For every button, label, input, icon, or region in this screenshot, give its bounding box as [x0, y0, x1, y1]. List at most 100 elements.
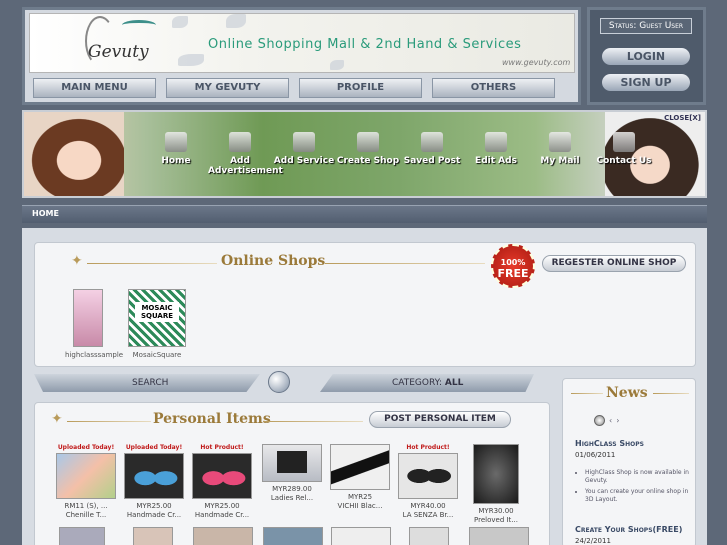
news-heading[interactable]: HighClass Shops — [575, 439, 644, 448]
model-photo-left — [24, 112, 124, 196]
news-title: News — [606, 385, 648, 401]
item-photo-partial — [331, 527, 391, 545]
news-pause-icon[interactable] — [594, 415, 605, 426]
hero-nav-saved-post[interactable]: Saved Post — [400, 132, 464, 176]
free-badge-percent: 100% — [500, 258, 526, 267]
mail-icon — [549, 132, 571, 152]
icon-navigation: Home Add Advertisement Add Service Creat… — [144, 132, 656, 176]
item-photo-partial — [263, 527, 323, 545]
item-photo — [192, 453, 252, 499]
hero-nav-add-advertisement[interactable]: Add Advertisement — [208, 132, 283, 176]
item-name: LA SENZA Br... — [402, 511, 454, 519]
personal-items-panel: ✦ Personal Items POST PERSONAL ITEM Uplo… — [34, 402, 550, 545]
item-badge: Hot Product! — [406, 444, 450, 451]
item-price: RM11 (S), ... — [64, 502, 108, 510]
nav-profile[interactable]: PROFILE — [299, 78, 422, 98]
login-button[interactable]: LOGIN — [602, 48, 690, 65]
news-heading[interactable]: Create Your Shops(FREE) — [575, 525, 682, 534]
nav-others[interactable]: OTHERS — [432, 78, 555, 98]
hero-nav-label: Saved Post — [403, 156, 461, 166]
item-card[interactable]: MYR289.00 Ladies Rel... — [259, 434, 325, 503]
shop-name: highclasssample — [65, 351, 124, 359]
search-label: SEARCH — [132, 378, 169, 388]
news-date: 01/06/2011 — [575, 451, 616, 459]
search-bar: SEARCH CATEGORY: ALL — [34, 371, 534, 393]
nav-my-gevuty[interactable]: MY GEVUTY — [166, 78, 289, 98]
hero-nav-contact-us[interactable]: Contact Us — [592, 132, 656, 176]
register-online-shop-button[interactable]: REGESTER ONLINE SHOP — [542, 255, 686, 272]
item-card[interactable]: Hot Product! MYR40.00 LA SENZA Br... — [395, 443, 461, 520]
top-navigation: MAIN MENU MY GEVUTY PROFILE OTHERS — [33, 78, 555, 98]
site-url: www.gevuty.com — [502, 58, 571, 67]
item-photo-partial — [133, 527, 173, 545]
item-name: Handmade Cr... — [126, 511, 182, 519]
item-card[interactable]: Uploaded Today! RM11 (S), ... Chenille T… — [53, 443, 119, 520]
item-photo — [262, 444, 322, 482]
item-name: Chenille T... — [65, 511, 107, 519]
signup-button[interactable]: SIGN UP — [602, 74, 690, 91]
advertisement-icon — [229, 132, 251, 152]
hero-nav-label: My Mail — [540, 156, 580, 166]
hero-nav-home[interactable]: Home — [144, 132, 208, 176]
divider — [571, 393, 603, 394]
petal-decoration — [330, 60, 344, 70]
site-logo[interactable]: Gevuty — [86, 22, 156, 68]
online-shops-panel: ✦ Online Shops 100% FREE REGESTER ONLINE … — [34, 242, 696, 367]
item-photo — [124, 453, 184, 499]
divider — [263, 421, 363, 422]
item-badge — [327, 434, 393, 443]
nav-main-menu[interactable]: MAIN MENU — [33, 78, 156, 98]
account-panel: Status: Guest User LOGIN SIGN UP — [587, 7, 706, 105]
item-price: MYR30.00 — [478, 507, 514, 515]
main-content: ✦ Online Shops 100% FREE REGESTER ONLINE … — [22, 228, 707, 545]
news-prev-icon[interactable]: ‹ — [609, 416, 612, 425]
news-date: 24/2/2011 — [575, 537, 611, 545]
item-name: Preloved It... — [474, 516, 518, 524]
item-card[interactable]: Hot Product! MYR25.00 Handmade Cr... — [189, 443, 255, 520]
home-icon — [165, 132, 187, 152]
item-price: MYR25 — [347, 493, 373, 501]
shop-card[interactable]: MOSAIC SQUARE MosaicSquare — [127, 289, 187, 359]
news-controls: ‹ › — [594, 415, 619, 426]
divider — [87, 263, 217, 264]
item-photo-partial — [469, 527, 529, 545]
item-price: MYR25.00 — [136, 502, 172, 510]
news-bullet: You can create your online shop in 3D La… — [585, 488, 691, 504]
shop-name: MosaicSquare — [132, 351, 182, 359]
item-name: VICHII Blac... — [337, 502, 383, 510]
item-card[interactable]: MYR25 VICHII Blac... — [327, 434, 393, 511]
contact-icon — [613, 132, 635, 152]
news-bullet: HighClass Shop is now available in Gevut… — [585, 469, 691, 485]
hero-nav-create-shop[interactable]: Create Shop — [336, 132, 400, 176]
hero-nav-my-mail[interactable]: My Mail — [528, 132, 592, 176]
item-card[interactable]: Uploaded Today! MYR25.00 Handmade Cr... — [121, 443, 187, 520]
divider — [653, 393, 689, 394]
breadcrumb-home[interactable]: HOME — [32, 209, 59, 218]
shop-card[interactable]: highclasssample — [65, 289, 124, 359]
item-photo — [330, 444, 390, 490]
item-card[interactable]: MYR30.00 Preloved It... — [463, 434, 529, 525]
close-banner-link[interactable]: CLOSE[X] — [664, 114, 701, 122]
category-label: CATEGORY: — [392, 378, 442, 388]
search-ribbon[interactable]: SEARCH — [34, 374, 260, 392]
shop-logo-text: MOSAIC SQUARE — [135, 302, 179, 322]
category-value: ALL — [444, 378, 464, 388]
hero-nav-label: Home — [161, 156, 191, 166]
site-banner: Gevuty Online Shopping Mall & 2nd Hand &… — [29, 13, 575, 73]
status-badge: Status: Guest User — [600, 18, 692, 34]
free-badge-label: FREE — [497, 267, 529, 280]
item-badge: Uploaded Today! — [57, 444, 115, 451]
item-photo — [473, 444, 519, 504]
search-orb-button[interactable] — [268, 371, 290, 393]
logo-text: Gevuty — [88, 42, 149, 62]
news-next-icon[interactable]: › — [616, 416, 619, 425]
news-panel: News ‹ › HighClass Shops 01/06/2011 High… — [562, 378, 696, 545]
hero-nav-add-service[interactable]: Add Service — [272, 132, 336, 176]
category-ribbon[interactable]: CATEGORY: ALL — [320, 374, 534, 392]
item-name: Ladies Rel... — [270, 494, 314, 502]
item-badge: Uploaded Today! — [125, 444, 183, 451]
shop-thumbnail — [73, 289, 103, 347]
post-personal-item-button[interactable]: POST PERSONAL ITEM — [369, 411, 511, 428]
item-photo — [56, 453, 116, 499]
hero-nav-edit-ads[interactable]: Edit Ads — [464, 132, 528, 176]
